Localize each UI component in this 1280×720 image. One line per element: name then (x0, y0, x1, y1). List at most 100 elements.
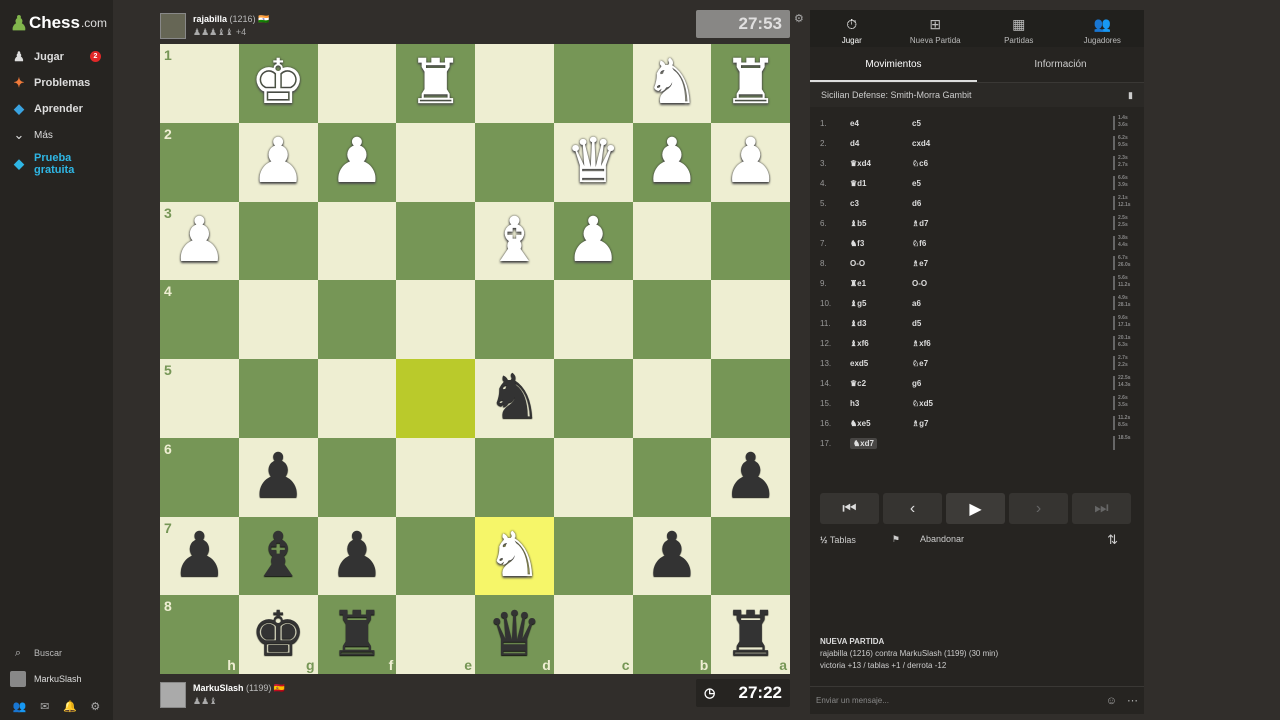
board-square[interactable]: ♚ (238, 44, 318, 123)
board-square[interactable] (711, 201, 790, 281)
board-square[interactable]: ♝ (238, 516, 318, 596)
board-square[interactable] (553, 516, 633, 596)
board-square[interactable] (317, 44, 397, 123)
black-king-piece[interactable]: ♚ (250, 603, 306, 666)
board-square[interactable]: ♞ (475, 516, 554, 596)
board-square[interactable]: c (553, 595, 633, 674)
black-move[interactable]: d5 (912, 319, 1102, 328)
board-square[interactable]: ♟ (711, 437, 790, 517)
board-square[interactable] (711, 516, 790, 596)
board-square[interactable]: g ♚ (238, 595, 318, 674)
board-square[interactable]: 4 (160, 280, 239, 359)
board-square[interactable] (553, 359, 633, 438)
black-move[interactable]: d6 (912, 199, 1102, 208)
board-square[interactable]: ♜ (396, 44, 475, 123)
board-square[interactable] (632, 201, 712, 281)
board-square[interactable] (317, 437, 397, 517)
black-move[interactable]: ♘xd5 (912, 399, 1102, 408)
white-knight-piece[interactable]: ♞ (487, 524, 543, 587)
white-pawn-piece[interactable]: ♟ (565, 209, 621, 272)
black-move[interactable]: a6 (912, 299, 1102, 308)
flip-board-icon[interactable]: ⇅ (1107, 532, 1118, 548)
board-square[interactable] (317, 280, 397, 359)
friends-icon[interactable]: 👥 (13, 700, 27, 713)
black-rook-piece[interactable]: ♜ (723, 603, 779, 666)
black-pawn-piece[interactable]: ♟ (644, 524, 700, 587)
board-square[interactable]: ♟ (632, 516, 712, 596)
bell-icon[interactable]: 🔔 (63, 700, 77, 713)
board-square[interactable] (632, 280, 712, 359)
black-move[interactable]: O-O (912, 279, 1102, 288)
board-square[interactable] (475, 437, 554, 517)
message-input[interactable]: Enviar un mensaje... (816, 696, 889, 705)
board-square[interactable] (238, 280, 318, 359)
sidebar-item-trial[interactable]: ◆ Prueba gratuita (0, 148, 113, 180)
board-square[interactable] (396, 437, 475, 517)
board-square[interactable]: 6 (160, 437, 239, 517)
white-king-piece[interactable]: ♚ (250, 52, 306, 114)
board-square[interactable] (396, 516, 475, 596)
black-move[interactable]: ♗d7 (912, 219, 1102, 228)
player-name[interactable]: MarkuSlash (1199) 🇪🇸 (193, 683, 285, 694)
board-square[interactable]: ♟ (711, 122, 790, 202)
previous-move-button[interactable]: ‹ (883, 493, 942, 524)
board-square[interactable]: 2 (160, 122, 239, 202)
black-move[interactable]: e5 (912, 179, 1102, 188)
board-square[interactable] (711, 280, 790, 359)
more-options-icon[interactable]: ⋯ (1127, 694, 1138, 707)
first-move-button[interactable]: ⏮ (820, 493, 879, 524)
white-rook-piece[interactable]: ♜ (408, 52, 464, 114)
board-square[interactable] (475, 280, 554, 359)
board-square[interactable]: ♟ (632, 122, 712, 202)
board-square[interactable] (396, 122, 475, 202)
opening-name[interactable]: Sicilian Defense: Smith-Morra Gambit (821, 83, 972, 107)
play-button[interactable]: ▶ (946, 493, 1005, 524)
board-square[interactable]: ♟ (553, 201, 633, 281)
board-square[interactable]: ♝ (475, 201, 554, 281)
white-move[interactable]: ♛d1 (850, 179, 912, 188)
white-move[interactable]: exd5 (850, 359, 912, 368)
black-rook-piece[interactable]: ♜ (329, 603, 385, 666)
white-move[interactable]: ♞xe5 (850, 419, 912, 428)
board-square[interactable] (632, 359, 712, 438)
black-bishop-piece[interactable]: ♝ (250, 524, 306, 587)
sidebar-profile[interactable]: MarkuSlash (0, 666, 113, 692)
chess-board[interactable]: 1 ♚ ♜ ♞ ♜ 2 ♟ ♟ ♛ ♟ ♟ 3 ♟ ♝ ♟ 4 5 ♞ 6 ♟ ♟ 7 ♟ ♝ ♟ ♞ ♟ 8 h g ♚ f ♜ e d ♛ c b a ♜ (160, 44, 790, 674)
board-square[interactable] (553, 44, 633, 123)
black-pawn-piece[interactable]: ♟ (172, 524, 228, 587)
board-square[interactable] (475, 122, 554, 202)
tab-jugadores[interactable]: 👥 Jugadores (1061, 10, 1145, 47)
gear-icon[interactable]: ⚙ (90, 700, 100, 713)
black-pawn-piece[interactable]: ♟ (723, 446, 779, 508)
white-knight-piece[interactable]: ♞ (644, 52, 700, 114)
board-square[interactable]: ♜ (711, 44, 790, 123)
board-square[interactable] (553, 280, 633, 359)
board-square[interactable]: ♟ (317, 122, 397, 202)
emoji-icon[interactable]: ☺ (1106, 695, 1117, 707)
board-square[interactable] (711, 359, 790, 438)
board-square[interactable]: ♟ (238, 437, 318, 517)
white-move[interactable]: e4 (850, 119, 912, 128)
white-move[interactable]: ♝d3 (850, 319, 912, 328)
white-pawn-piece[interactable]: ♟ (329, 131, 385, 193)
white-move[interactable]: h3 (850, 399, 912, 408)
board-square[interactable]: 7 ♟ (160, 516, 239, 596)
board-square[interactable]: 3 ♟ (160, 201, 239, 281)
black-pawn-piece[interactable]: ♟ (250, 446, 306, 508)
black-move[interactable]: cxd4 (912, 139, 1102, 148)
board-square[interactable]: e (396, 595, 475, 674)
white-pawn-piece[interactable]: ♟ (644, 131, 700, 193)
white-move[interactable]: ♛xd4 (850, 159, 912, 168)
black-move[interactable]: ♗g7 (912, 419, 1102, 428)
black-move[interactable]: ♗e7 (912, 259, 1102, 268)
player-username[interactable]: MarkuSlash (193, 683, 244, 693)
board-square[interactable] (396, 280, 475, 359)
black-move[interactable]: ♘f6 (912, 239, 1102, 248)
black-move[interactable]: ♘c6 (912, 159, 1102, 168)
white-queen-piece[interactable]: ♛ (565, 131, 621, 193)
sidebar-item-mas[interactable]: ⌄ Más (0, 122, 113, 148)
board-square[interactable]: 8h (160, 595, 239, 674)
tab-movimientos[interactable]: Movimientos (810, 47, 977, 82)
white-pawn-piece[interactable]: ♟ (723, 131, 779, 193)
sidebar-search[interactable]: ⌕ Buscar (0, 640, 113, 666)
